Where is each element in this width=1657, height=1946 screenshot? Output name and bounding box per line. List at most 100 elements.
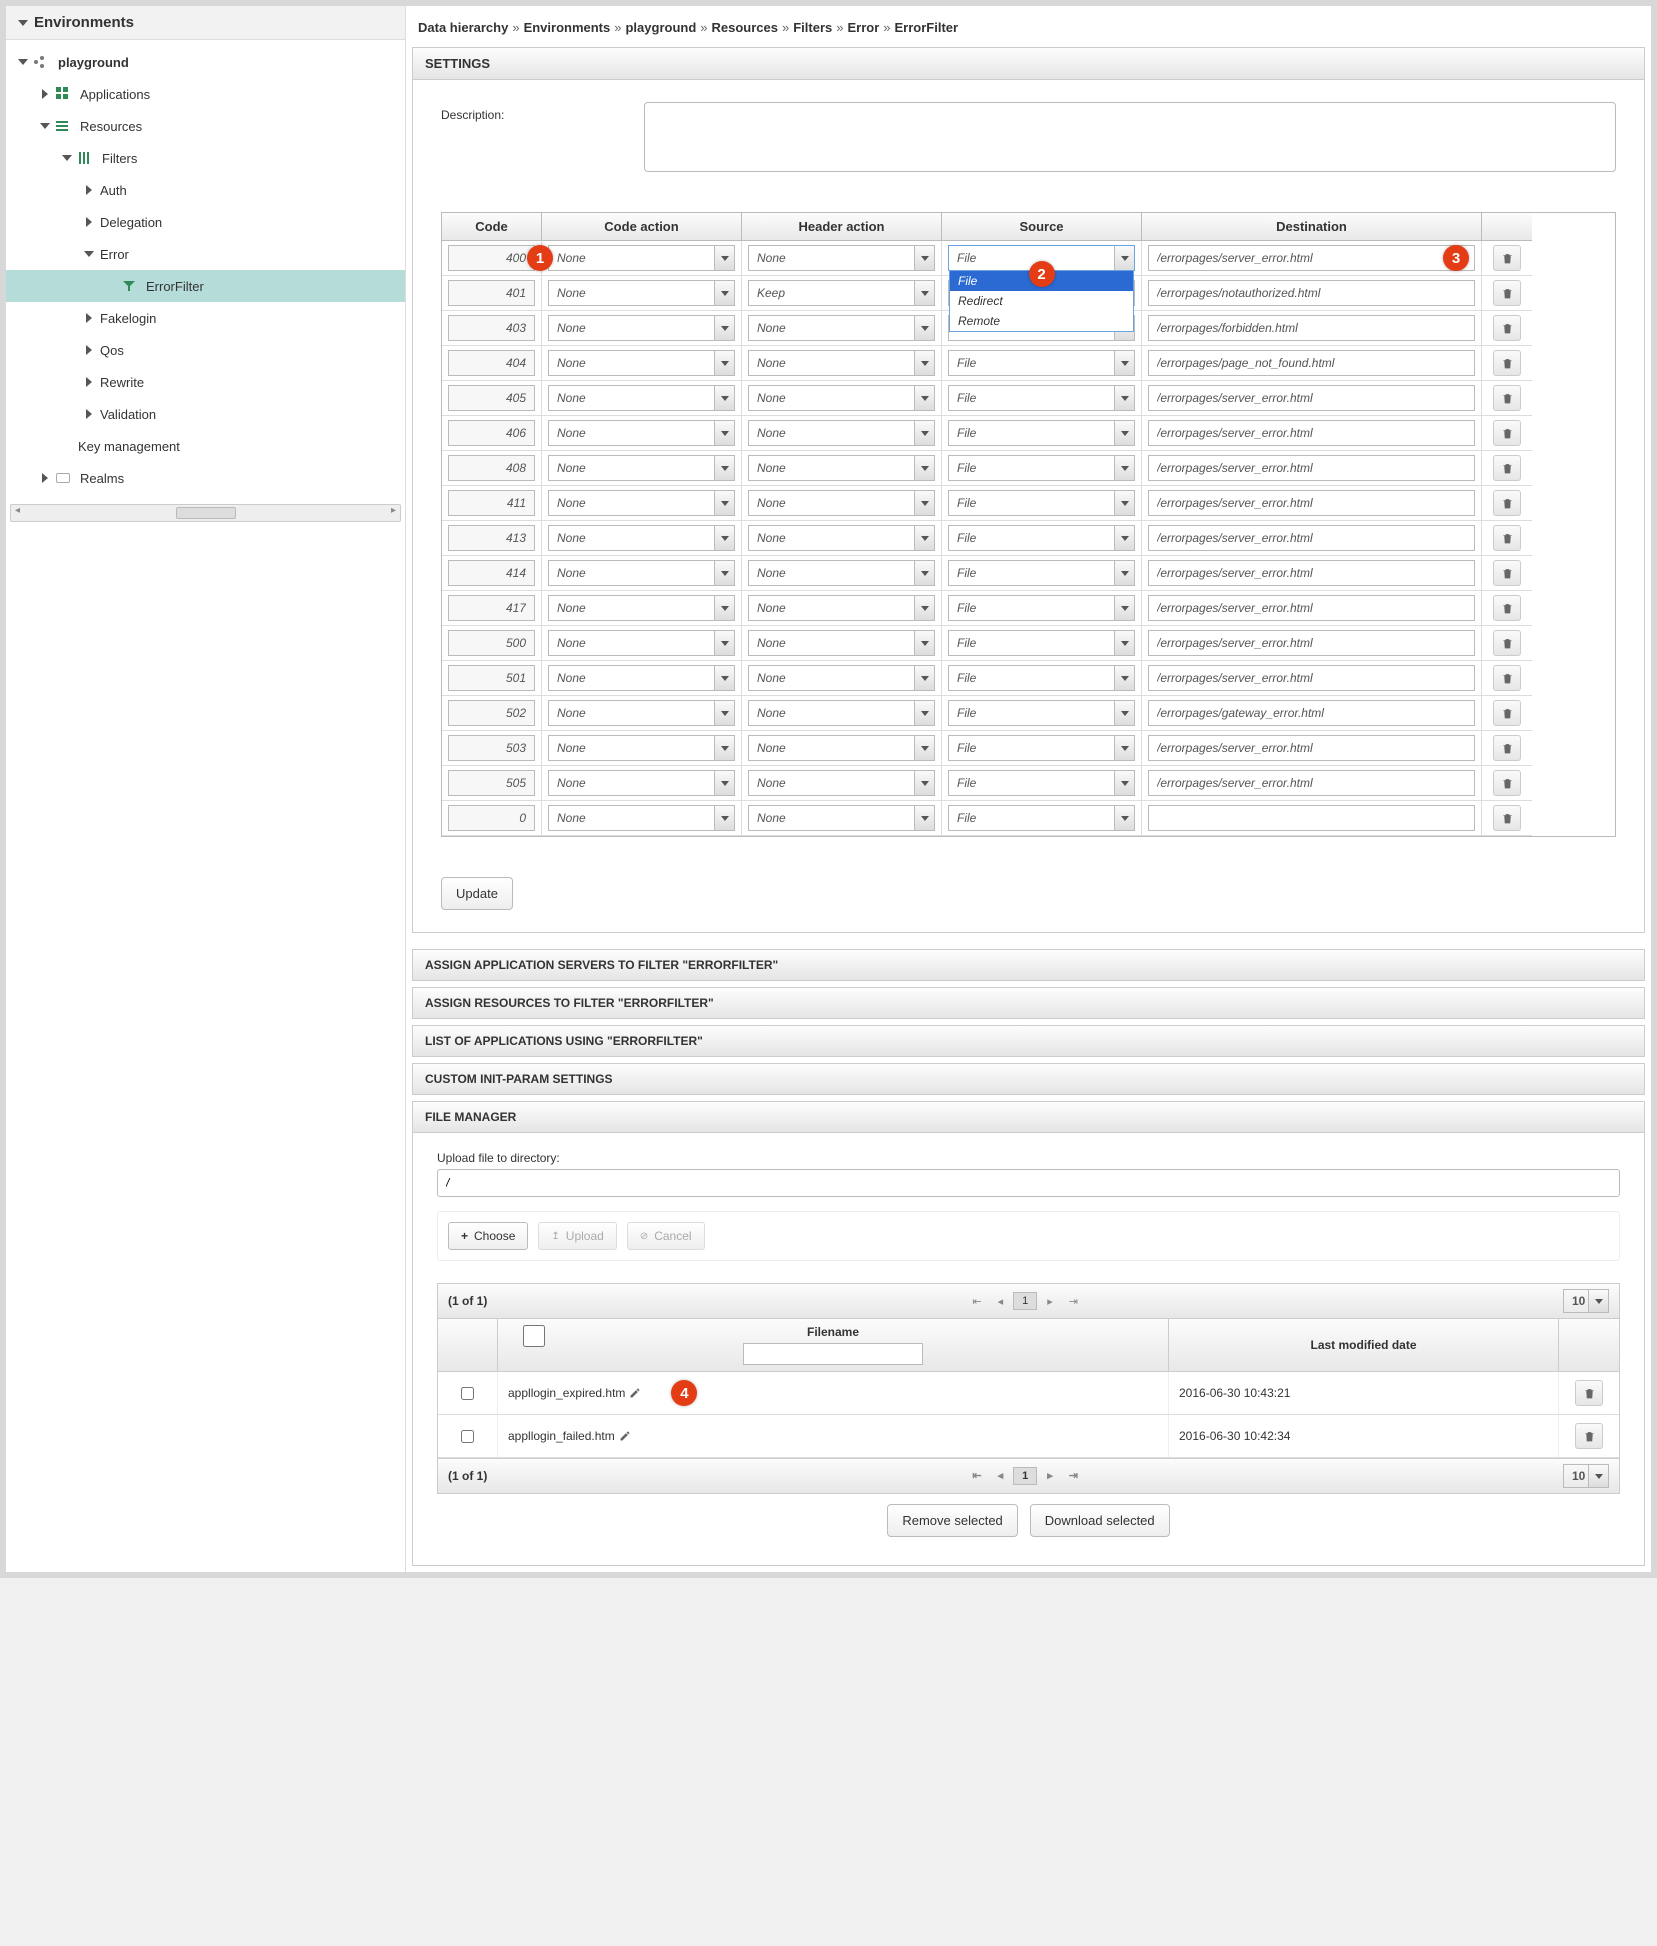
delete-row-button[interactable] — [1493, 735, 1521, 761]
pencil-icon[interactable] — [619, 1430, 631, 1442]
description-textarea[interactable] — [644, 102, 1616, 172]
scrollbar-thumb[interactable] — [176, 507, 236, 519]
accordion-header[interactable]: ASSIGN APPLICATION SERVERS TO FILTER "ER… — [412, 949, 1645, 981]
destination-input[interactable] — [1148, 420, 1475, 446]
delete-row-button[interactable] — [1493, 560, 1521, 586]
delete-row-button[interactable] — [1493, 665, 1521, 691]
caret-right-icon[interactable] — [40, 89, 50, 99]
code-input[interactable] — [448, 350, 535, 376]
delete-row-button[interactable] — [1493, 805, 1521, 831]
header-action-select[interactable]: None — [748, 700, 935, 726]
code-input[interactable] — [448, 455, 535, 481]
pager-last[interactable]: ⇥ — [1063, 1467, 1084, 1485]
code-action-select[interactable]: None — [548, 630, 735, 656]
code-action-select[interactable]: None — [548, 490, 735, 516]
accordion-header[interactable]: CUSTOM INIT-PARAM SETTINGS — [412, 1063, 1645, 1095]
remove-selected-button[interactable]: Remove selected — [887, 1504, 1017, 1537]
code-input[interactable] — [448, 630, 535, 656]
header-action-select[interactable]: None — [748, 630, 935, 656]
destination-input[interactable] — [1148, 805, 1475, 831]
settings-header[interactable]: SETTINGS — [412, 47, 1645, 80]
header-action-select[interactable]: None — [748, 385, 935, 411]
accordion-header[interactable]: LIST OF APPLICATIONS USING "ERRORFILTER" — [412, 1025, 1645, 1057]
tree-item-auth[interactable]: Auth — [6, 174, 405, 206]
destination-input[interactable] — [1148, 735, 1475, 761]
pager-next[interactable]: ▸ — [1041, 1293, 1059, 1310]
caret-down-icon[interactable] — [18, 57, 28, 67]
source-select[interactable]: File — [948, 735, 1135, 761]
dropdown-option[interactable]: Remote — [950, 311, 1133, 331]
caret-right-icon[interactable] — [40, 473, 50, 483]
source-select[interactable]: File — [948, 350, 1135, 376]
source-select[interactable]: File — [948, 455, 1135, 481]
accordion-header[interactable]: FILE MANAGER — [412, 1101, 1645, 1133]
code-action-select[interactable]: None — [548, 455, 735, 481]
code-action-select[interactable]: None — [548, 525, 735, 551]
pager-last[interactable]: ⇥ — [1063, 1293, 1084, 1310]
code-action-select[interactable]: None — [548, 560, 735, 586]
code-action-select[interactable]: None — [548, 315, 735, 341]
tree-item-fakelogin[interactable]: Fakelogin — [6, 302, 405, 334]
destination-input[interactable] — [1148, 525, 1475, 551]
caret-right-icon[interactable] — [84, 345, 94, 355]
upload-path-input[interactable] — [437, 1169, 1620, 1197]
source-select[interactable]: File — [948, 490, 1135, 516]
header-action-select[interactable]: None — [748, 315, 935, 341]
header-action-select[interactable]: None — [748, 525, 935, 551]
pager-current[interactable]: 1 — [1013, 1467, 1037, 1485]
code-action-select[interactable]: None — [548, 350, 735, 376]
source-select[interactable]: File — [948, 700, 1135, 726]
header-action-select[interactable]: None — [748, 455, 935, 481]
header-action-select[interactable]: None — [748, 595, 935, 621]
delete-row-button[interactable] — [1493, 385, 1521, 411]
source-select[interactable]: File — [948, 630, 1135, 656]
caret-down-icon[interactable] — [62, 153, 72, 163]
destination-input[interactable] — [1148, 700, 1475, 726]
tree-item-rewrite[interactable]: Rewrite — [6, 366, 405, 398]
delete-file-button[interactable] — [1575, 1423, 1603, 1449]
code-input[interactable] — [448, 385, 535, 411]
delete-row-button[interactable] — [1493, 350, 1521, 376]
sidebar-scrollbar[interactable] — [10, 504, 401, 522]
destination-input[interactable] — [1148, 350, 1475, 376]
destination-input[interactable] — [1148, 560, 1475, 586]
accordion-header[interactable]: ASSIGN RESOURCES TO FILTER "ERRORFILTER" — [412, 987, 1645, 1019]
file-select-checkbox[interactable] — [461, 1430, 474, 1443]
destination-input[interactable] — [1148, 315, 1475, 341]
destination-input[interactable] — [1148, 595, 1475, 621]
code-input[interactable] — [448, 700, 535, 726]
source-select[interactable]: File — [948, 420, 1135, 446]
header-action-select[interactable]: None — [748, 665, 935, 691]
destination-input[interactable] — [1148, 770, 1475, 796]
header-action-select[interactable]: None — [748, 420, 935, 446]
caret-right-icon[interactable] — [84, 409, 94, 419]
source-select[interactable]: File — [948, 525, 1135, 551]
code-input[interactable] — [448, 560, 535, 586]
pencil-icon[interactable] — [629, 1387, 641, 1399]
header-action-select[interactable]: None — [748, 805, 935, 831]
code-input[interactable] — [448, 770, 535, 796]
source-select[interactable]: File — [948, 595, 1135, 621]
caret-right-icon[interactable] — [84, 313, 94, 323]
header-action-select[interactable]: Keep — [748, 280, 935, 306]
caret-down-icon[interactable] — [84, 249, 94, 259]
source-select[interactable]: File — [948, 805, 1135, 831]
breadcrumb-item[interactable]: Environments — [524, 20, 611, 35]
code-action-select[interactable]: None — [548, 665, 735, 691]
destination-input[interactable] — [1148, 385, 1475, 411]
destination-input[interactable] — [1148, 455, 1475, 481]
caret-down-icon[interactable] — [40, 121, 50, 131]
dropdown-option[interactable]: Redirect — [950, 291, 1133, 311]
delete-row-button[interactable] — [1493, 630, 1521, 656]
delete-row-button[interactable] — [1493, 245, 1521, 271]
header-action-select[interactable]: None — [748, 245, 935, 271]
destination-input[interactable] — [1148, 245, 1475, 271]
file-select-checkbox[interactable] — [461, 1387, 474, 1400]
code-action-select[interactable]: None — [548, 735, 735, 761]
code-action-select[interactable]: None — [548, 700, 735, 726]
code-input[interactable] — [448, 665, 535, 691]
code-input[interactable] — [448, 315, 535, 341]
source-select[interactable]: File — [948, 665, 1135, 691]
delete-row-button[interactable] — [1493, 525, 1521, 551]
tree-item-realms[interactable]: Realms — [6, 462, 405, 494]
